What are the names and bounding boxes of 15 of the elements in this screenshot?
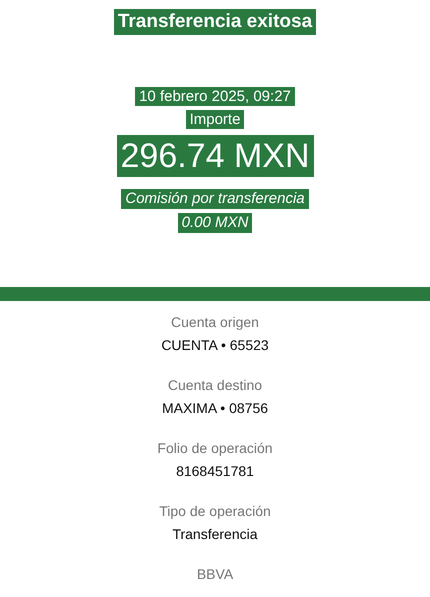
detail-value: CUENTA • 65523: [161, 336, 269, 355]
footer-text: BBVA: [196, 565, 234, 584]
amount-label: Importe: [186, 110, 244, 129]
date-text: 10 febrero 2025, 09:27: [135, 87, 295, 106]
page-title: Transferencia exitosa: [114, 9, 316, 35]
fee-label: Comisión por transferencia: [121, 189, 309, 209]
detail-label: Tipo de operación: [159, 502, 271, 521]
detail-label: Cuenta destino: [168, 376, 262, 395]
detail-value: 8168451781: [176, 462, 254, 481]
detail-value: Transferencia: [172, 525, 258, 544]
fee-amount: 0.00 MXN: [178, 213, 252, 233]
amount-text: 296.74 MXN: [116, 135, 314, 177]
detail-label: Folio de operación: [157, 439, 273, 458]
detail-label: Cuenta origen: [171, 313, 259, 332]
detail-value: MAXIMA • 08756: [162, 399, 268, 418]
